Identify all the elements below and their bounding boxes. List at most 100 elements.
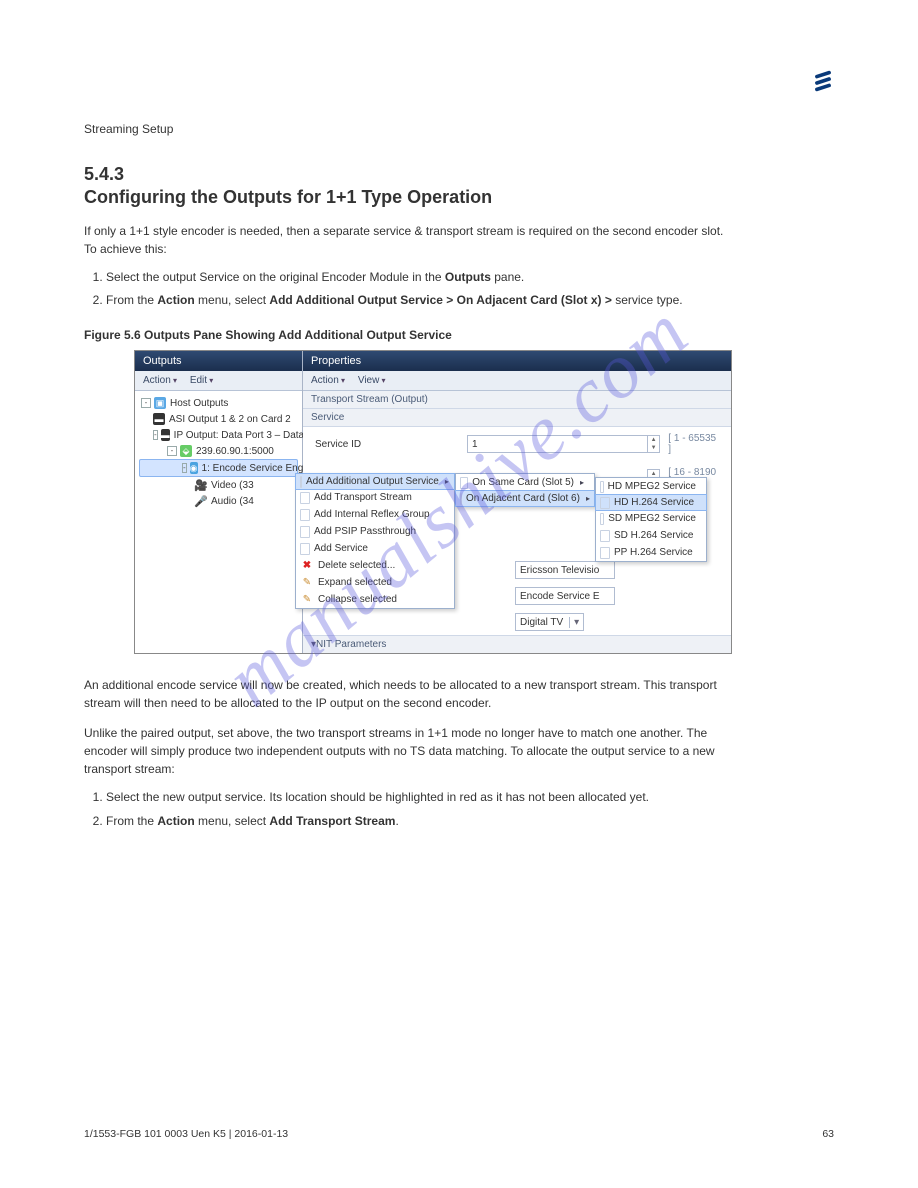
screenshot: Outputs Action Edit - ▣ Host Outputs ▬ A… bbox=[134, 350, 732, 654]
card-submenu: On Same Card (Slot 5) On Adjacent Card (… bbox=[455, 473, 595, 507]
after-figure-para1: An additional encode service will now be… bbox=[84, 676, 724, 712]
service-id-label: Service ID bbox=[315, 439, 467, 450]
tree-ip-label: IP Output: Data Port 3 – Data Po bbox=[174, 430, 319, 441]
tree-video-label: Video (33 bbox=[211, 480, 254, 491]
menu-item-label: Delete selected... bbox=[318, 560, 395, 571]
after-step-2: From the Action menu, select Add Transpo… bbox=[106, 812, 834, 831]
service-id-range: [ 1 - 65535 ] bbox=[668, 433, 719, 455]
after-figure-steps: Select the new output service. Its locat… bbox=[84, 788, 834, 830]
section-title: Configuring the Outputs for 1+1 Type Ope… bbox=[84, 187, 834, 208]
properties-view-menu[interactable]: View bbox=[358, 375, 386, 386]
menu-item-label: Add Additional Output Service bbox=[306, 476, 439, 487]
service-id-input[interactable]: 1 bbox=[467, 435, 648, 453]
tree-addr-label: 239.60.90.1:5000 bbox=[196, 446, 274, 457]
step-1: Select the output Service on the origina… bbox=[106, 268, 834, 287]
document-icon bbox=[300, 476, 302, 488]
submenu-same-card[interactable]: On Same Card (Slot 5) bbox=[456, 474, 594, 491]
document-icon bbox=[600, 530, 610, 542]
tree-audio-label: Audio (34 bbox=[211, 496, 254, 507]
tree-encode-service[interactable]: - ◉ 1: Encode Service Eng bbox=[139, 459, 298, 477]
service-name-input[interactable]: Encode Service E bbox=[515, 587, 615, 605]
tree-root[interactable]: - ▣ Host Outputs bbox=[139, 395, 298, 411]
service-type-select[interactable]: Digital TV ▾ bbox=[515, 613, 584, 631]
svc-item-label: SD H.264 Service bbox=[614, 530, 693, 541]
service-type-submenu: HD MPEG2 Service HD H.264 Service SD MPE… bbox=[595, 477, 707, 562]
service-type-row: Digital TV ▾ bbox=[303, 607, 731, 637]
video-icon: 🎥 bbox=[195, 479, 207, 491]
document-icon bbox=[300, 526, 310, 538]
figure-caption: Figure 5.6 Outputs Pane Showing Add Addi… bbox=[84, 328, 834, 342]
document-icon bbox=[460, 493, 462, 505]
outputs-panel: Outputs Action Edit - ▣ Host Outputs ▬ A… bbox=[135, 351, 303, 653]
service-section-label: Service bbox=[303, 409, 731, 427]
svc-item-label: HD MPEG2 Service bbox=[608, 481, 696, 492]
document-icon bbox=[600, 481, 604, 493]
tree-video[interactable]: 🎥 Video (33 bbox=[139, 477, 298, 493]
menu-expand-selected[interactable]: ✎ Expand selected bbox=[296, 574, 454, 591]
menu-collapse-selected[interactable]: ✎ Collapse selected bbox=[296, 591, 454, 608]
svc-hd-mpeg2[interactable]: HD MPEG2 Service bbox=[596, 478, 706, 495]
menu-item-label: Add PSIP Passthrough bbox=[314, 526, 416, 537]
setup-steps: Select the output Service on the origina… bbox=[84, 268, 834, 310]
svc-item-label: SD MPEG2 Service bbox=[608, 513, 696, 524]
submenu-adjacent-card[interactable]: On Adjacent Card (Slot 6) bbox=[455, 490, 595, 507]
document-icon bbox=[600, 547, 610, 559]
outputs-action-menu[interactable]: Action bbox=[143, 375, 177, 386]
intro-paragraph: If only a 1+1 style encoder is needed, t… bbox=[84, 222, 724, 258]
svc-hd-h264[interactable]: HD H.264 Service bbox=[595, 494, 707, 511]
submenu-item-label: On Adjacent Card (Slot 6) bbox=[466, 493, 580, 504]
service-id-spinner[interactable]: ▲▼ bbox=[647, 435, 660, 453]
svc-sd-mpeg2[interactable]: SD MPEG2 Service bbox=[596, 510, 706, 527]
menu-item-label: Add Transport Stream bbox=[314, 492, 412, 503]
collapse-icon[interactable]: - bbox=[167, 446, 177, 456]
audio-icon: 🎤 bbox=[195, 495, 207, 507]
outputs-edit-menu[interactable]: Edit bbox=[190, 375, 213, 386]
tree-ip[interactable]: - ▬ IP Output: Data Port 3 – Data Po bbox=[139, 427, 298, 443]
menu-add-additional-output-service[interactable]: Add Additional Output Service bbox=[295, 473, 455, 490]
tree-audio[interactable]: 🎤 Audio (34 bbox=[139, 493, 298, 509]
device-icon: ▬ bbox=[153, 413, 165, 425]
menu-add-psip-passthrough[interactable]: Add PSIP Passthrough bbox=[296, 523, 454, 540]
svc-sd-h264[interactable]: SD H.264 Service bbox=[596, 527, 706, 544]
expand-icon: ✎ bbox=[300, 576, 314, 590]
svc-pp-h264[interactable]: PP H.264 Service bbox=[596, 544, 706, 561]
menu-add-transport-stream[interactable]: Add Transport Stream bbox=[296, 489, 454, 506]
service-icon: ◉ bbox=[190, 462, 198, 474]
tree-asi[interactable]: ▬ ASI Output 1 & 2 on Card 2 bbox=[139, 411, 298, 427]
tree-encode-label: 1: Encode Service Eng bbox=[202, 463, 304, 474]
nit-parameters-section[interactable]: NIT Parameters bbox=[303, 635, 731, 653]
context-menu: Add Additional Output Service Add Transp… bbox=[295, 473, 455, 609]
chapter-ref: Streaming Setup bbox=[84, 120, 834, 138]
properties-header: Properties bbox=[303, 351, 731, 371]
properties-action-menu[interactable]: Action bbox=[311, 375, 345, 386]
outputs-header: Outputs bbox=[135, 351, 302, 371]
document-icon bbox=[300, 543, 310, 555]
footer-page-number: 63 bbox=[822, 1128, 834, 1140]
document-icon bbox=[600, 497, 610, 509]
provider-input[interactable]: Ericsson Televisio bbox=[515, 561, 615, 579]
brand-logo bbox=[812, 70, 834, 95]
collapse-icon[interactable]: - bbox=[182, 463, 187, 473]
chevron-down-icon: ▾ bbox=[569, 617, 579, 628]
svc-item-label: PP H.264 Service bbox=[614, 547, 693, 558]
collapse-icon[interactable]: - bbox=[141, 398, 151, 408]
service-id-row: Service ID 1 ▲▼ [ 1 - 65535 ] bbox=[303, 427, 731, 461]
footer-doc-id: 1/1553-FGB 101 0003 Uen K5 | 2016-01-13 bbox=[84, 1128, 288, 1140]
menu-add-service[interactable]: Add Service bbox=[296, 540, 454, 557]
submenu-item-label: On Same Card (Slot 5) bbox=[472, 477, 574, 488]
section-number: 5.4.3 bbox=[84, 164, 834, 185]
after-figure-para2: Unlike the paired output, set above, the… bbox=[84, 724, 724, 778]
tree-addr[interactable]: - ⬙ 239.60.90.1:5000 bbox=[139, 443, 298, 459]
menu-delete-selected[interactable]: ✖ Delete selected... bbox=[296, 557, 454, 574]
ts-section-label: Transport Stream (Output) bbox=[303, 391, 731, 409]
menu-item-label: Add Service bbox=[314, 543, 368, 554]
svc-item-label: HD H.264 Service bbox=[614, 497, 694, 508]
collapse-icon[interactable]: - bbox=[153, 430, 158, 440]
menu-add-internal-reflex-group[interactable]: Add Internal Reflex Group bbox=[296, 506, 454, 523]
properties-toolbar: Action View bbox=[303, 371, 731, 391]
menu-item-label: Add Internal Reflex Group bbox=[314, 509, 430, 520]
page-footer: 1/1553-FGB 101 0003 Uen K5 | 2016-01-13 … bbox=[84, 1128, 834, 1140]
folder-icon: ▣ bbox=[154, 397, 166, 409]
device-icon: ▬ bbox=[161, 429, 170, 441]
tree-root-label: Host Outputs bbox=[170, 398, 228, 409]
